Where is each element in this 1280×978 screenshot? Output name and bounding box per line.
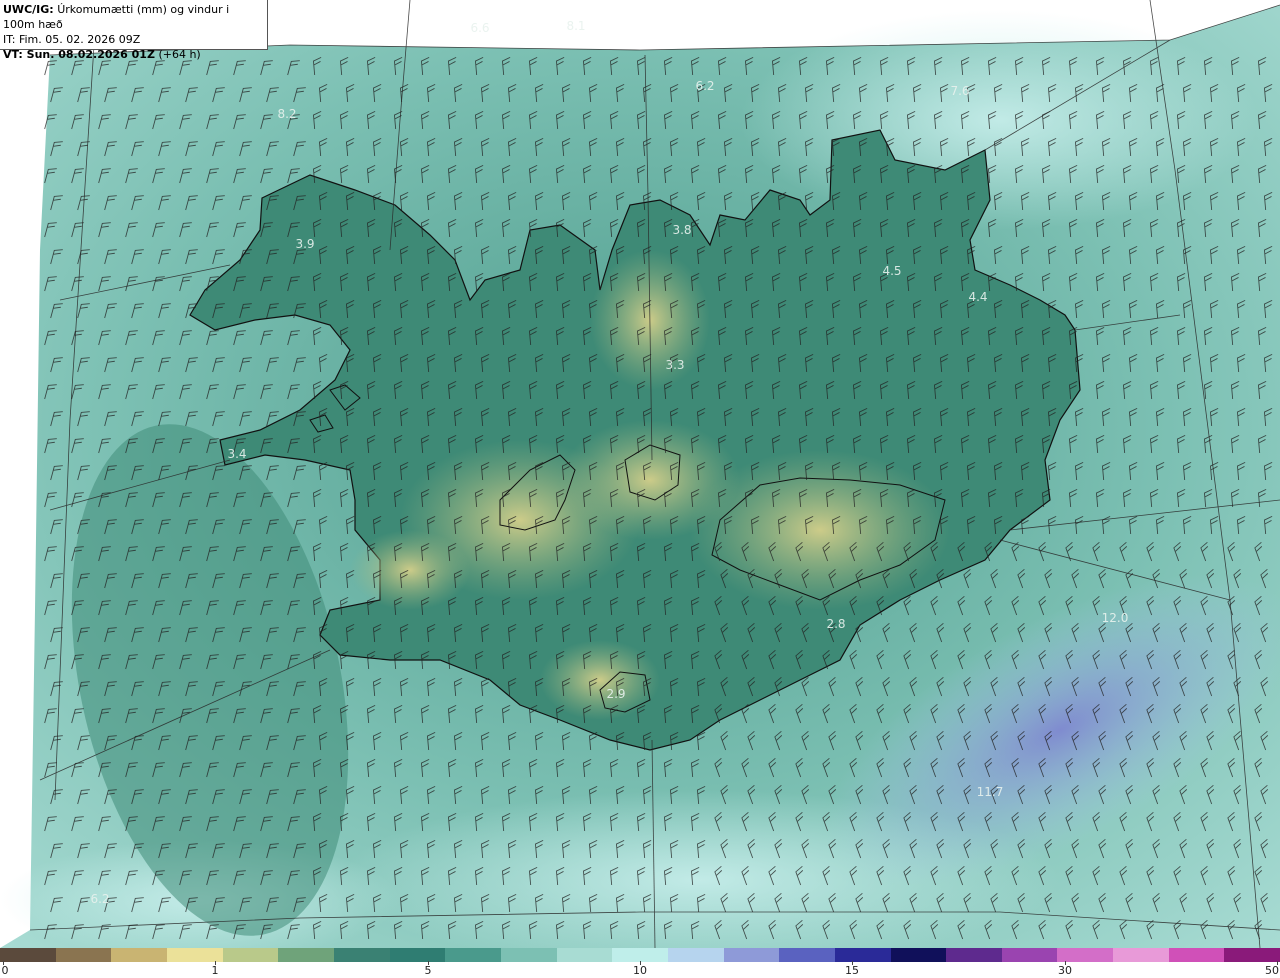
precip-value-label: 3.4 [227,447,246,461]
colorbar-segment [166,948,223,962]
colorbar-segment [55,948,112,962]
colorbar-tick-label: 5 [424,964,432,977]
precip-value-label: 8.2 [277,107,296,121]
lead-time: (+64 h) [158,48,201,61]
colorbar-segment [667,948,724,962]
init-time: IT: Fim. 05. 02. 2026 09Z [3,33,141,46]
info-line-valid: VT: Sun. 08.02.2026 01Z (+64 h) [3,47,264,62]
precip-value-label: 12.0 [1102,611,1129,625]
colorbar-tick-label: 1 [211,964,219,977]
highland-west [350,530,470,610]
precip-value-label: 6.6 [470,21,489,35]
colorbar-segment [1168,948,1225,962]
forecast-map: 6.6 8.1 6.2 7.6 8.2 3.9 3.8 4.5 4.4 3.3 3.4 2.8 2.9 1… [0,0,1280,948]
forecast-info-box: UWC/IG: Úrkomumætti (mm) og vindur i 100… [0,0,268,61]
colorbar-strip [0,948,1280,962]
colorbar-segment [723,948,780,962]
colorbar-segment [946,948,1002,962]
colorbar-tick-label: 30 [1058,964,1072,977]
precip-value-label: 2.8 [826,617,845,631]
colorbar-segment [779,948,835,962]
colorbar-segment [1113,948,1169,962]
highland-southeast [690,450,950,610]
precip-value-label: 6.2 [695,79,714,93]
precip-value-label: 11.7 [977,785,1004,799]
colorbar-segment [389,948,446,962]
colorbar-segment [111,948,167,962]
colorbar-tick-label: 0 [1,964,9,977]
colorbar-segment [333,948,390,962]
colorbar: 0 1 5 10 15 30 50 [0,948,1280,978]
colorbar-segment [890,948,947,962]
colorbar-segment [1057,948,1114,962]
colorbar-segment [0,948,56,962]
model-label: UWC/IG: [3,3,54,16]
colorbar-segment [278,948,334,962]
colorbar-tick-label: 10 [633,964,647,977]
precip-value-label: 6.2 [90,892,109,906]
info-line-title: UWC/IG: Úrkomumætti (mm) og vindur i 100… [3,2,264,32]
colorbar-segment [1001,948,1058,962]
precip-value-label: 4.4 [968,290,987,304]
precip-value-label: 3.8 [672,223,691,237]
precip-value-label: 4.5 [882,264,901,278]
colorbar-segment [556,948,613,962]
colorbar-tick-label: 15 [845,964,859,977]
colorbar-tick-label: 50 [1265,964,1279,977]
colorbar-segment [1224,948,1280,962]
colorbar-segment [834,948,891,962]
precip-value-label: 3.9 [295,237,314,251]
precip-value-label: 3.3 [665,358,684,372]
precip-value-label: 2.9 [606,687,625,701]
colorbar-segment [500,948,557,962]
precip-value-label: 8.1 [566,19,585,33]
colorbar-segment [612,948,668,962]
colorbar-segment [222,948,279,962]
map-canvas: 6.6 8.1 6.2 7.6 8.2 3.9 3.8 4.5 4.4 3.3 3.4 2.8 2.9 1… [0,0,1280,948]
valid-time: VT: Sun. 08.02.2026 01Z [3,48,155,61]
precip-value-label: 7.6 [950,84,969,98]
colorbar-segment [445,948,501,962]
